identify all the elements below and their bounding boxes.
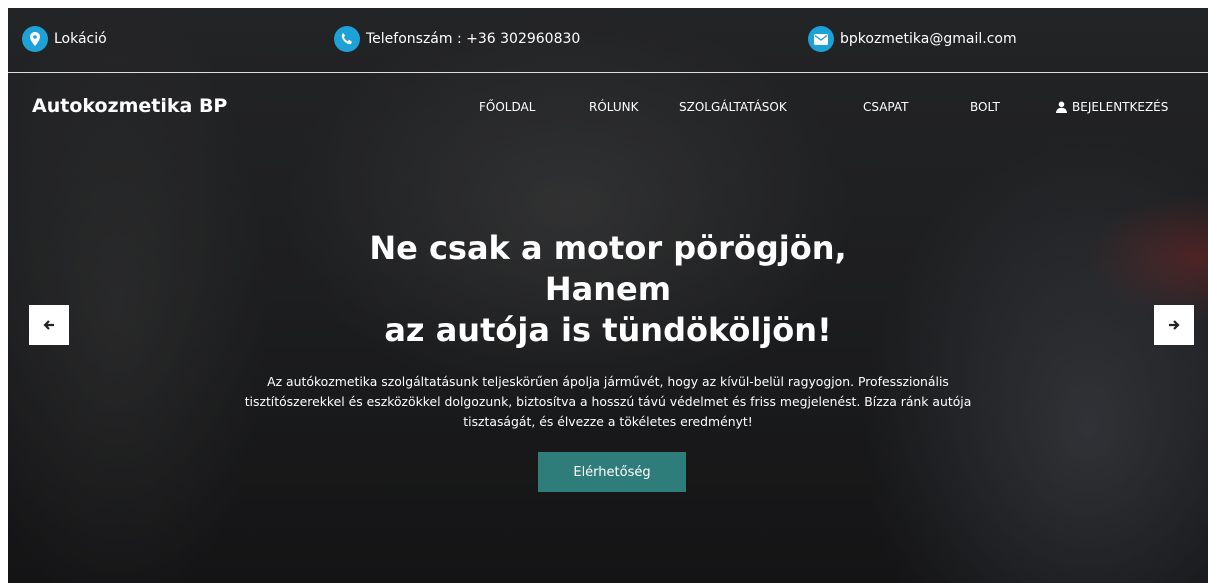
nav-login[interactable]: BEJELENTKEZÉS: [1056, 100, 1168, 114]
hero-description-line: tisztaságát, és élvezze a tökéletes ered…: [463, 414, 753, 429]
contact-email-label: bpkozmetika@gmail.com: [840, 31, 1017, 47]
contact-bar: Lokáció Telefonszám : +36 302960830 bpko…: [8, 8, 1208, 73]
nav-about[interactable]: RÓLUNK: [589, 100, 639, 114]
map-marker-icon: [22, 26, 48, 52]
contact-email[interactable]: bpkozmetika@gmail.com: [808, 26, 1017, 52]
nav-shop[interactable]: BOLT: [970, 100, 1000, 114]
hero-description-line: Az autókozmetika szolgáltatásunk teljesk…: [267, 374, 949, 389]
phone-icon: [334, 26, 360, 52]
hero-description: Az autókozmetika szolgáltatásunk teljesk…: [178, 372, 1038, 432]
nav-home[interactable]: FŐOLDAL: [479, 100, 535, 114]
contact-phone[interactable]: Telefonszám : +36 302960830: [334, 26, 580, 52]
nav-team[interactable]: CSAPAT: [863, 100, 909, 114]
hero-carousel: Lokáció Telefonszám : +36 302960830 bpko…: [8, 8, 1208, 583]
nav-login-label: BEJELENTKEZÉS: [1072, 100, 1169, 114]
hero-headline: Ne csak a motor pörögjön, Hanem az autój…: [8, 228, 1208, 351]
brand-logo[interactable]: Autokozmetika BP: [32, 95, 227, 117]
hero-headline-line: Ne csak a motor pörögjön,: [369, 229, 847, 267]
contact-phone-label: Telefonszám : +36 302960830: [366, 31, 581, 47]
contact-cta-button[interactable]: Elérhetőség: [538, 452, 686, 492]
user-icon: [1056, 101, 1067, 113]
envelope-icon: [808, 26, 834, 52]
contact-location-label: Lokáció: [54, 31, 107, 47]
nav-services[interactable]: SZOLGÁLTATÁSOK: [679, 100, 787, 114]
hero-headline-line: Hanem: [544, 270, 672, 308]
hero-description-line: tisztítószerekkel és eszközökkel dolgozu…: [244, 394, 972, 409]
hero-headline-line: az autója is tündököljön!: [384, 311, 832, 349]
contact-location[interactable]: Lokáció: [22, 26, 107, 52]
